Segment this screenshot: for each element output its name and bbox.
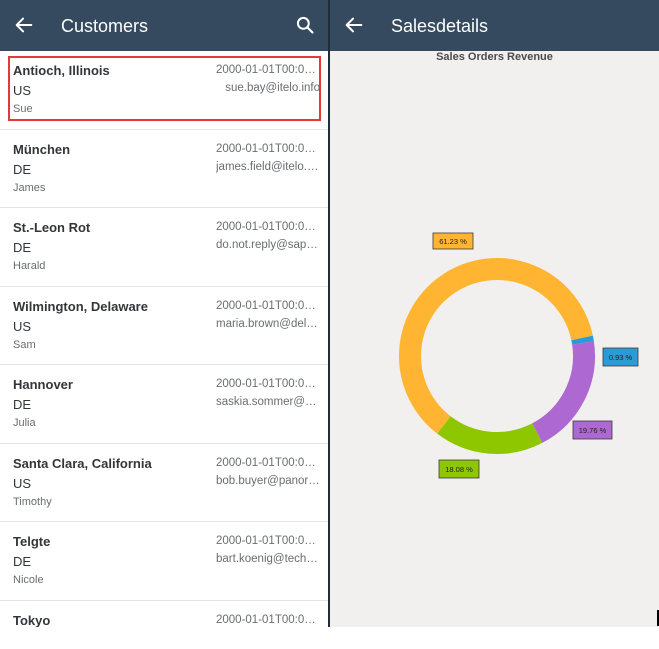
item-city: St.-Leon Rot [13,220,91,235]
item-date: 2000-01-01T00:00:00 [216,456,320,469]
item-email: james.field@itelo.info [216,160,320,173]
donut-chart: 61.23 % 0.93 % 19.76 % 18.08 % [399,232,639,479]
data-label: 0.93 % [609,353,633,362]
item-country: US [13,475,32,491]
donut-slice[interactable] [437,416,543,454]
list-item[interactable]: Santa Clara, California US Timothy 2000-… [0,444,328,522]
item-city: Wilmington, Delaware [13,298,148,314]
customer-list: Antioch, Illinois US Sue 2000-01-01T00:0… [0,51,328,627]
customers-pane: Customers Antioch, Illinois US Sue 2000-… [0,0,328,627]
item-email: sue.bay@itelo.info [225,82,320,94]
list-item[interactable]: Hannover DE Julia 2000-01-01T00:00:00 sa… [0,365,328,444]
item-country: US [13,83,32,98]
item-country: US [13,318,32,334]
item-person: Julia [13,417,36,429]
item-email: maria.brown@delbont.com [216,317,320,330]
item-email: bart.koenig@technocom.com [216,553,320,565]
item-email: do.not.reply@sap.com [216,239,320,251]
list-item[interactable]: Telgte DE Nicole 2000-01-01T00:00:00 bar… [0,522,328,601]
item-email: saskia.sommer@sap.com [216,396,320,408]
item-person: Nicole [13,574,44,586]
page-title: Customers [61,16,149,36]
item-date: 2000-01-01T00:00:00 [216,221,320,233]
item-date: 2000-01-01T00:00:00 [216,142,320,155]
item-country: DE [13,397,32,412]
item-country: DE [13,554,32,569]
item-city: Tokyo [13,612,51,628]
item-person: Timothy [13,495,52,508]
arrow-left-icon[interactable] [13,14,35,36]
list-item[interactable]: Wilmington, Delaware US Sam 2000-01-01T0… [0,287,328,365]
donut-slice[interactable] [531,341,595,443]
item-person: Harald [13,260,46,272]
list-item[interactable]: Tokyo 2000-01-01T00:00:00 [0,601,328,628]
item-date: 2000-01-01T00:00:00 [216,299,320,312]
list-item[interactable]: St.-Leon Rot DE Harald 2000-01-01T00:00:… [0,208,328,287]
item-email: bob.buyer@panorama.com [216,474,320,487]
item-person: James [13,181,46,194]
list-item[interactable]: München DE James 2000-01-01T00:00:00 jam… [0,130,328,208]
item-date: 2000-01-01T00:00:00 [216,613,320,626]
customers-header: Customers [0,0,328,51]
item-country: DE [13,161,32,177]
search-icon[interactable] [295,15,315,35]
item-person: Sue [13,103,33,115]
list-item[interactable]: Antioch, Illinois US Sue 2000-01-01T00:0… [0,51,328,130]
item-date: 2000-01-01T00:00:00 [216,64,320,76]
salesdetails-pane: Salesdetails Sales Orders Revenue 61.23 … [330,0,659,627]
data-label: 19.76 % [579,426,607,435]
item-date: 2000-01-01T00:00:00 [216,378,320,390]
item-city: Hannover [13,377,73,392]
item-city: Santa Clara, California [13,455,152,471]
app-root: Customers Antioch, Illinois US Sue 2000-… [0,0,659,649]
donut-slice[interactable] [571,335,594,345]
data-label: 18.08 % [445,465,473,474]
item-country: DE [13,240,32,255]
item-city: Telgte [13,534,51,549]
item-city: Antioch, Illinois [13,63,110,78]
donut-slice[interactable] [399,258,593,434]
item-person: Sam [13,338,36,351]
item-date: 2000-01-01T00:00:00 [216,535,320,547]
item-city: München [13,141,71,157]
data-label: 61.23 % [439,237,467,246]
